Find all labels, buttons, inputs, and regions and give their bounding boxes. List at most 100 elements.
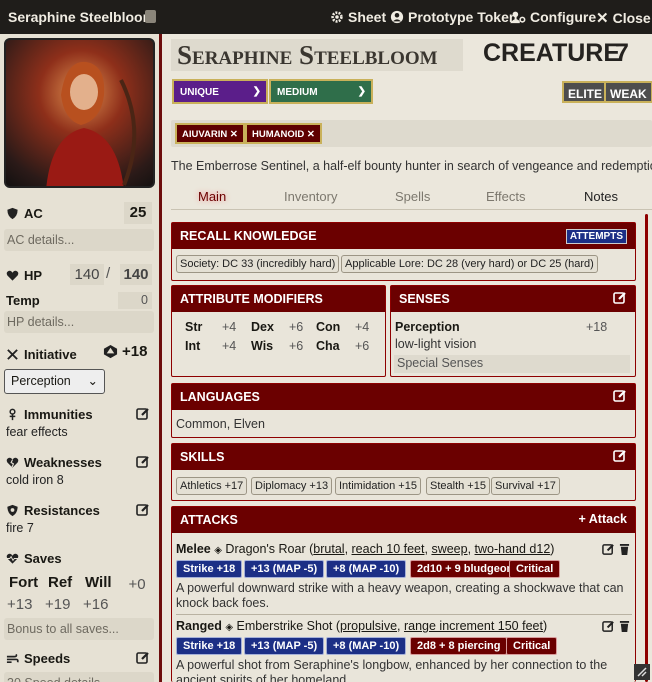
configure-button[interactable]: Configure xyxy=(510,9,596,25)
configure-label: Configure xyxy=(530,9,597,25)
ac-details-input[interactable]: AC details... xyxy=(4,229,154,251)
attr-cha-value[interactable]: +6 xyxy=(355,339,369,353)
recall-knowledge-header: RECALL KNOWLEDGE ATTEMPTS xyxy=(172,223,635,249)
tab-spells[interactable]: Spells xyxy=(395,189,430,204)
chevron-down-icon: ⌄ xyxy=(87,374,98,388)
attr-con-value[interactable]: +4 xyxy=(355,320,369,334)
saves-label: Saves xyxy=(6,551,152,566)
traits-bar[interactable]: AIUVARIN ✕ HUMANOID ✕ xyxy=(171,120,652,147)
strike-button[interactable]: Strike +18 xyxy=(176,637,243,655)
edit-icon[interactable] xyxy=(602,620,615,633)
skill-chip[interactable]: Athletics +17 xyxy=(176,477,248,495)
strike-map5-button[interactable]: +13 (MAP -5) xyxy=(244,560,325,578)
action-icon: ◈ xyxy=(225,622,234,633)
add-attack-label: Attack xyxy=(588,512,627,526)
sidebar: AC 25 AC details... HP 140 / 140 Temp 0 … xyxy=(0,34,162,682)
level-value[interactable]: 7 xyxy=(615,39,629,68)
attack-trait[interactable]: two-hand d12 xyxy=(475,542,551,556)
skill-chip[interactable]: Intimidation +15 xyxy=(335,477,421,495)
edit-icon[interactable] xyxy=(613,291,627,305)
hp-details-input[interactable]: HP details... xyxy=(4,311,154,333)
save-fort-label[interactable]: Fort xyxy=(9,574,38,591)
critical-button[interactable]: Critical xyxy=(509,560,561,578)
resize-handle-icon[interactable] xyxy=(634,664,650,680)
trash-icon[interactable] xyxy=(619,620,630,633)
weak-button[interactable]: WEAK xyxy=(604,81,652,103)
skill-chip[interactable]: Survival +17 xyxy=(491,477,560,495)
attack-trait[interactable]: sweep xyxy=(431,542,467,556)
prototype-token-label: Prototype Token xyxy=(408,9,518,25)
add-attack-button[interactable]: + Attack xyxy=(578,512,627,526)
sheet-button[interactable]: Sheet xyxy=(330,9,386,25)
attr-dex-value[interactable]: +6 xyxy=(289,320,303,334)
close-button[interactable]: ✕ Close xyxy=(596,9,651,27)
user-gear-icon xyxy=(510,11,526,24)
hp-separator: / xyxy=(106,265,111,282)
strike-map5-button[interactable]: +13 (MAP -5) xyxy=(244,637,325,655)
prototype-token-button[interactable]: Prototype Token xyxy=(390,9,517,25)
tab-main[interactable]: Main xyxy=(198,189,226,204)
weaknesses-label-text: Weaknesses xyxy=(24,455,102,470)
trait-tag[interactable]: HUMANOID ✕ xyxy=(245,123,322,144)
attack-trait[interactable]: brutal xyxy=(313,542,344,556)
perception-value[interactable]: +18 xyxy=(586,320,607,334)
portrait-image[interactable] xyxy=(4,38,155,188)
skill-chip[interactable]: Diplomacy +13 xyxy=(251,477,333,495)
recall-knowledge-section: RECALL KNOWLEDGE ATTEMPTS Society: DC 33… xyxy=(171,222,636,281)
elite-button[interactable]: ELITE xyxy=(562,81,609,103)
remove-icon[interactable]: ✕ xyxy=(307,129,315,140)
tab-effects[interactable]: Effects xyxy=(486,189,526,204)
initiative-skill-select[interactable]: Perception ⌄ xyxy=(4,369,105,394)
user-circle-icon xyxy=(390,10,404,24)
strike-map10-button[interactable]: +8 (MAP -10) xyxy=(326,637,407,655)
speeds-details-input[interactable]: 30 Speed details... xyxy=(4,672,154,682)
temp-hp-input[interactable]: 0 xyxy=(118,292,152,309)
rarity-select[interactable]: UNIQUE ❯ xyxy=(172,79,268,104)
skills-header: SKILLS xyxy=(172,444,635,470)
npc-blurb[interactable]: The Emberrose Sentinel, a half-elf bount… xyxy=(171,159,652,173)
save-will-label[interactable]: Will xyxy=(85,574,112,591)
edit-icon[interactable] xyxy=(602,543,615,556)
skills-title: SKILLS xyxy=(180,450,225,464)
scrollbar[interactable] xyxy=(645,214,648,682)
saves-bonus-input[interactable]: Bonus to all saves... xyxy=(4,618,154,640)
edit-icon[interactable] xyxy=(613,389,627,403)
edit-icon[interactable] xyxy=(613,449,627,463)
edit-icon[interactable] xyxy=(136,407,150,421)
npc-name-input[interactable]: Seraphine Steelbloom xyxy=(171,39,463,71)
size-select[interactable]: MEDIUM ❯ xyxy=(269,79,373,104)
attempts-button[interactable]: ATTEMPTS xyxy=(565,229,627,244)
special-senses-input[interactable]: Special Senses xyxy=(394,355,630,373)
attack-trait[interactable]: propulsive xyxy=(340,619,397,633)
resistances-value: fire 7 xyxy=(6,521,34,535)
edit-icon[interactable] xyxy=(136,455,150,469)
attack-trait[interactable]: reach 10 feet xyxy=(352,542,425,556)
attr-wis-label: Wis xyxy=(251,339,274,353)
skill-chip[interactable]: Stealth +15 xyxy=(426,477,490,495)
edit-icon[interactable] xyxy=(136,651,150,665)
attr-wis-value[interactable]: +6 xyxy=(289,339,303,353)
recall-society-chip: Society: DC 33 (incredibly hard) xyxy=(176,255,340,273)
document-id-icon[interactable] xyxy=(145,10,156,23)
attr-str-value[interactable]: +4 xyxy=(222,320,236,334)
hp-max-value[interactable]: 140 xyxy=(120,264,152,285)
save-ref-label[interactable]: Ref xyxy=(48,574,72,591)
remove-icon[interactable]: ✕ xyxy=(230,129,238,140)
saves-bonus-value[interactable]: +0 xyxy=(122,576,152,593)
strike-button[interactable]: Strike +18 xyxy=(176,560,243,578)
hp-current-input[interactable]: 140 xyxy=(70,264,104,285)
critical-button[interactable]: Critical xyxy=(506,637,558,655)
attr-int-value[interactable]: +4 xyxy=(222,339,236,353)
d20-dice-icon[interactable] xyxy=(103,344,118,359)
tab-inventory[interactable]: Inventory xyxy=(284,189,337,204)
tab-notes[interactable]: Notes xyxy=(584,189,618,204)
ac-value[interactable]: 25 xyxy=(124,202,152,224)
edit-icon[interactable] xyxy=(136,503,150,517)
strike-map10-button[interactable]: +8 (MAP -10) xyxy=(326,560,407,578)
attack-trait[interactable]: range increment 150 feet xyxy=(404,619,543,633)
chevron-down-icon: ❯ xyxy=(357,86,366,97)
trait-tag[interactable]: AIUVARIN ✕ xyxy=(175,123,245,144)
skills-section: SKILLS Athletics +17 Diplomacy +13 Intim… xyxy=(171,443,636,501)
trash-icon[interactable] xyxy=(619,543,630,556)
damage-button[interactable]: 2d8 + 8 piercing xyxy=(410,637,508,655)
